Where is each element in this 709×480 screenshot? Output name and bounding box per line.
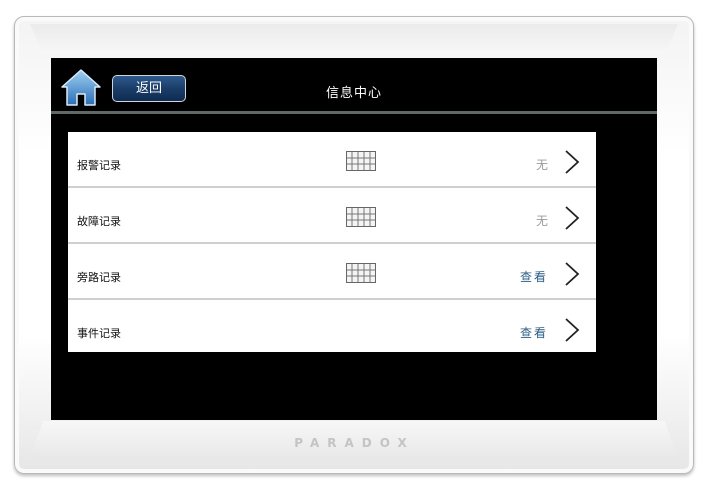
grid-icon bbox=[346, 207, 376, 227]
record-list: 报警记录 无 故障记录 无 旁路记录 查看 事件记录 查看 bbox=[68, 132, 596, 352]
header-divider bbox=[51, 111, 657, 114]
row-label: 故障记录 bbox=[77, 215, 121, 228]
grid-icon bbox=[346, 263, 376, 283]
home-button[interactable] bbox=[60, 68, 102, 108]
back-button[interactable]: 返回 bbox=[112, 75, 186, 102]
list-item-alarm-log[interactable]: 报警记录 无 bbox=[68, 132, 596, 186]
row-value: 查看 bbox=[519, 326, 548, 340]
chevron-right-icon bbox=[565, 318, 580, 342]
list-item-event-log[interactable]: 事件记录 查看 bbox=[68, 300, 596, 352]
grid-icon bbox=[346, 151, 376, 171]
row-value: 无 bbox=[535, 158, 548, 172]
bezel-top bbox=[30, 24, 678, 54]
row-label: 事件记录 bbox=[77, 327, 121, 340]
row-label: 报警记录 bbox=[77, 159, 121, 172]
row-value: 无 bbox=[535, 214, 548, 228]
chevron-right-icon bbox=[565, 150, 580, 174]
chevron-right-icon bbox=[565, 262, 580, 286]
header-bar: 返回 信息中心 bbox=[51, 58, 657, 114]
list-item-bypass-log[interactable]: 旁路记录 查看 bbox=[68, 244, 596, 298]
page-title: 信息中心 bbox=[325, 86, 382, 101]
row-label: 旁路记录 bbox=[77, 271, 121, 284]
chevron-right-icon bbox=[565, 206, 580, 230]
screen: 返回 信息中心 报警记录 无 故障记录 无 旁路记录 查看 事件记录 查看 bbox=[51, 58, 657, 420]
home-icon bbox=[61, 69, 101, 106]
list-item-fault-log[interactable]: 故障记录 无 bbox=[68, 188, 596, 242]
row-value: 查看 bbox=[519, 270, 548, 284]
brand-logo: PARADOX bbox=[294, 436, 415, 450]
